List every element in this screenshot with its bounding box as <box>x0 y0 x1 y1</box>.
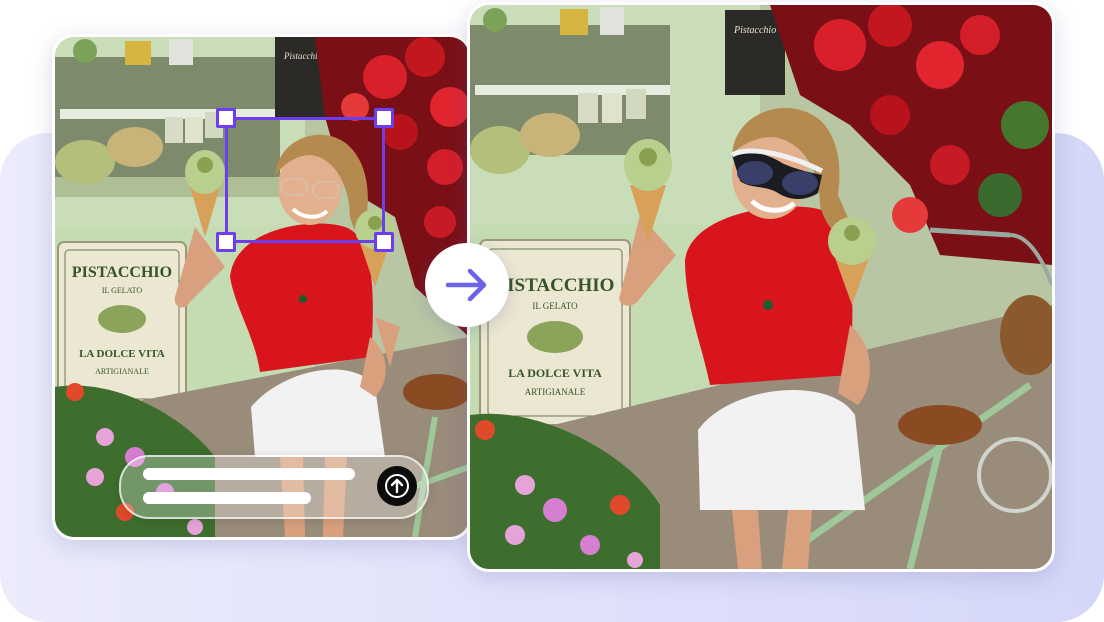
sign-line-1: PISTACCHIO <box>496 275 615 296</box>
after-photo: Pistacchio PISTACCHIO IL GELATO LA DOLCE… <box>470 5 1052 569</box>
transition-arrow-button <box>425 243 509 327</box>
selection-handle-bottom-right[interactable] <box>374 232 394 252</box>
selection-handle-bottom-left[interactable] <box>216 232 236 252</box>
selection-box[interactable] <box>216 108 394 252</box>
sign-line-2: IL GELATO <box>102 286 142 295</box>
sign-line-4: ARTIGIANALE <box>95 367 149 376</box>
sign-line-3: LA DOLCE VITA <box>508 366 602 380</box>
chalkboard-text: Pistacchio <box>283 51 322 61</box>
prompt-input-bar[interactable] <box>119 455 429 519</box>
arrow-up-icon <box>385 474 409 498</box>
sign-line-2: IL GELATO <box>532 301 578 311</box>
selection-handle-top-left[interactable] <box>216 108 236 128</box>
sign-line-1: PISTACCHIO <box>72 264 172 281</box>
arrow-right-icon <box>445 268 487 302</box>
chalkboard-text: Pistacchio <box>733 25 776 36</box>
selection-handle-top-right[interactable] <box>374 108 394 128</box>
sign-line-3: LA DOLCE VITA <box>79 348 165 360</box>
sign-line-4: ARTIGIANALE <box>525 387 586 397</box>
prompt-text-placeholder-line <box>143 492 311 504</box>
prompt-text-placeholder-line <box>143 468 355 480</box>
before-image-card: Pistacchio PISTACCHIO IL GELATO LA DOLCE… <box>52 34 472 540</box>
send-button[interactable] <box>377 466 417 506</box>
after-image-card: Pistacchio PISTACCHIO IL GELATO LA DOLCE… <box>467 2 1055 572</box>
